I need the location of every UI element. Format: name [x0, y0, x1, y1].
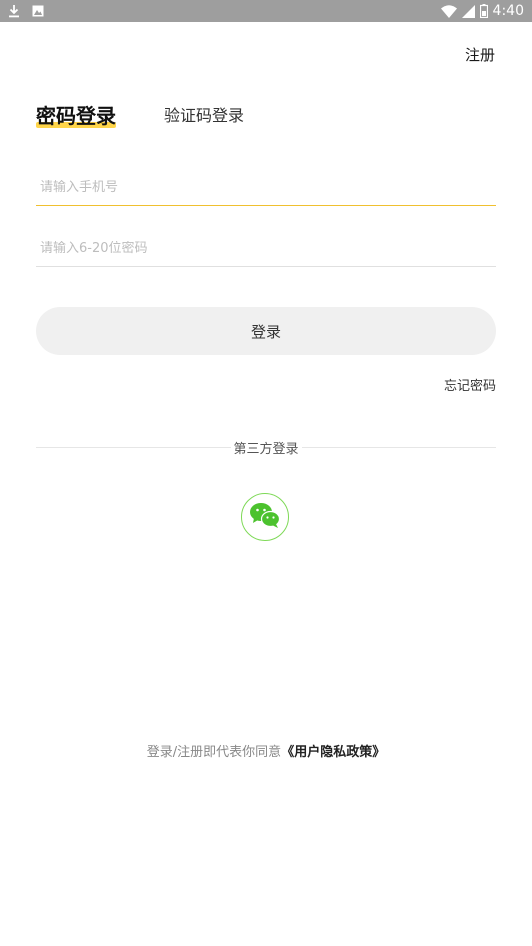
phone-field	[36, 170, 496, 206]
agreement-prefix: 登录/注册即代表你同意	[146, 745, 282, 760]
status-time: 4:40	[492, 3, 524, 19]
battery-icon	[479, 4, 488, 18]
wifi-icon	[440, 4, 457, 18]
signal-icon	[461, 4, 475, 18]
download-icon	[8, 4, 20, 18]
login-button[interactable]: 登录	[36, 307, 496, 355]
status-bar-right: 4:40	[440, 3, 524, 19]
password-input[interactable]	[36, 241, 496, 256]
wechat-icon	[249, 501, 281, 533]
status-bar: 4:40	[0, 0, 532, 22]
password-field	[36, 231, 496, 267]
forgot-password-link[interactable]: 忘记密码	[444, 375, 496, 394]
phone-input[interactable]	[36, 180, 496, 195]
tab-password-login[interactable]: 密码登录	[36, 103, 116, 129]
tab-password-login-label: 密码登录	[36, 104, 116, 128]
third-party-section: 第三方登录	[0, 438, 532, 457]
privacy-policy-link[interactable]: 《用户隐私政策》	[281, 745, 385, 760]
wechat-login-button[interactable]	[241, 493, 289, 541]
status-bar-left	[8, 4, 44, 18]
register-link[interactable]: 注册	[465, 44, 495, 65]
login-tabs: 密码登录 验证码登录	[36, 103, 244, 129]
tab-code-login[interactable]: 验证码登录	[164, 103, 244, 129]
third-party-label: 第三方登录	[231, 442, 301, 457]
agreement-text: 登录/注册即代表你同意《用户隐私政策》	[0, 741, 532, 760]
gallery-icon	[32, 5, 44, 17]
